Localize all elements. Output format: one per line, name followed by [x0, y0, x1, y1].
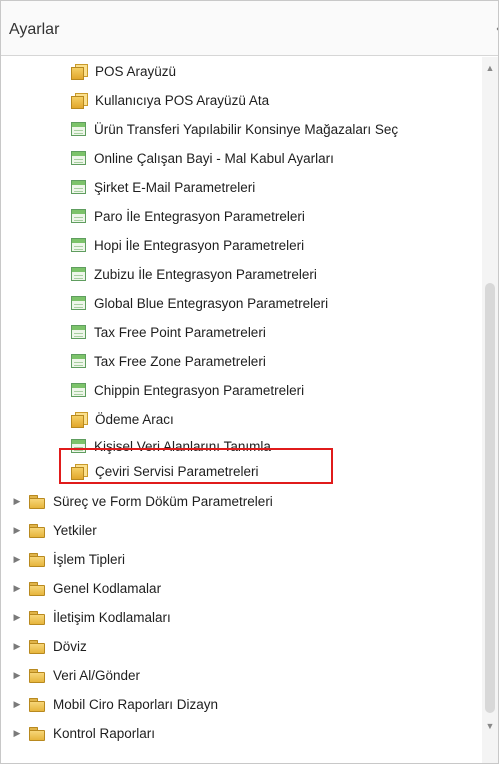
- settings-panel: Ayarlar ‹ POS Arayüzü Kullanıcıya POS Ar…: [0, 0, 499, 764]
- tree-folder-yetkiler[interactable]: ▶ Yetkiler: [11, 516, 97, 544]
- tree-item-tax-free-point[interactable]: Tax Free Point Parametreleri: [71, 318, 266, 346]
- tree-item-label: Tax Free Zone Parametreleri: [94, 353, 266, 369]
- tree-item-label: Tax Free Point Parametreleri: [94, 324, 266, 340]
- folder-icon: [29, 523, 45, 538]
- tree-item-label: Şirket E-Mail Parametreleri: [94, 179, 256, 195]
- folder-icon: [29, 726, 45, 741]
- tree-folder-label: Yetkiler: [53, 522, 97, 538]
- tree-item-chippin-entegrasyon[interactable]: Chippin Entegrasyon Parametreleri: [71, 376, 304, 404]
- folder-icon: [29, 610, 45, 625]
- tree-folder-mobil-ciro[interactable]: ▶ Mobil Ciro Raporları Dizayn: [11, 690, 218, 718]
- tree-folder-label: Süreç ve Form Döküm Parametreleri: [53, 493, 273, 509]
- tree-item-paro-entegrasyon[interactable]: Paro İle Entegrasyon Parametreleri: [71, 202, 305, 230]
- tree-item-label: Kullanıcıya POS Arayüzü Ata: [95, 92, 270, 108]
- form-icon: [71, 296, 86, 310]
- expand-arrow-icon[interactable]: ▶: [11, 525, 23, 536]
- form-icon: [71, 151, 86, 165]
- tree-item-online-calisan-bayi[interactable]: Online Çalışan Bayi - Mal Kabul Ayarları: [71, 144, 334, 172]
- tree-item-label: Ürün Transferi Yapılabilir Konsinye Mağa…: [94, 121, 399, 137]
- tree-item-label: Zubizu İle Entegrasyon Parametreleri: [94, 266, 317, 282]
- tree-item-kisisel-veri[interactable]: Kişisel Veri Alanlarını Tanımla: [71, 432, 271, 460]
- tree-folder-veri-al-gonder[interactable]: ▶ Veri Al/Gönder: [11, 661, 140, 689]
- tree-item-global-blue[interactable]: Global Blue Entegrasyon Parametreleri: [71, 289, 328, 317]
- form-icon: [71, 122, 86, 136]
- form-icon: [71, 267, 86, 281]
- form-icon: [71, 238, 86, 252]
- panel-header: Ayarlar ‹: [1, 1, 498, 56]
- book-icon: [71, 92, 88, 109]
- expand-arrow-icon[interactable]: ▶: [11, 583, 23, 594]
- expand-arrow-icon[interactable]: ▶: [11, 699, 23, 710]
- tree-folder-label: Kontrol Raporları: [53, 725, 156, 741]
- expand-arrow-icon[interactable]: ▶: [11, 641, 23, 652]
- form-icon: [71, 354, 86, 368]
- tree-item-kullaniciya-pos-arayuzu-ata[interactable]: Kullanıcıya POS Arayüzü Ata: [71, 86, 269, 114]
- tree-item-label: POS Arayüzü: [95, 63, 177, 79]
- folder-icon: [29, 639, 45, 654]
- form-icon: [71, 180, 86, 194]
- tree-item-sirket-email[interactable]: Şirket E-Mail Parametreleri: [71, 173, 255, 201]
- form-icon: [71, 325, 86, 339]
- tree-item-label: Global Blue Entegrasyon Parametreleri: [94, 295, 329, 311]
- book-icon: [71, 463, 88, 480]
- tree-folder-label: Veri Al/Gönder: [53, 667, 141, 683]
- tree-folder-label: İletişim Kodlamaları: [53, 609, 171, 625]
- tree-item-label: Chippin Entegrasyon Parametreleri: [94, 382, 305, 398]
- tree-item-label: Çeviri Servisi Parametreleri: [95, 463, 259, 479]
- tree-folder-label: İşlem Tipleri: [53, 551, 126, 567]
- scroll-down-icon[interactable]: ▼: [482, 721, 498, 735]
- settings-tree: POS Arayüzü Kullanıcıya POS Arayüzü Ata …: [1, 57, 481, 763]
- tree-item-label: Online Çalışan Bayi - Mal Kabul Ayarları: [94, 150, 334, 166]
- expand-arrow-icon[interactable]: ▶: [11, 670, 23, 681]
- folder-icon: [29, 552, 45, 567]
- book-icon: [71, 63, 88, 80]
- panel-title: Ayarlar: [9, 21, 60, 38]
- tree-folder-iletisim-kodlamalari[interactable]: ▶ İletişim Kodlamaları: [11, 603, 171, 631]
- scrollbar-thumb[interactable]: [485, 283, 495, 713]
- tree-item-label: Hopi İle Entegrasyon Parametreleri: [94, 237, 305, 253]
- form-icon: [71, 209, 86, 223]
- book-icon: [71, 411, 88, 428]
- expand-arrow-icon[interactable]: ▶: [11, 612, 23, 623]
- vertical-scrollbar[interactable]: ▲ ▼: [482, 57, 498, 763]
- tree-folder-genel-kodlamalar[interactable]: ▶ Genel Kodlamalar: [11, 574, 161, 602]
- tree-folder-surec-form-dokum[interactable]: ▶ Süreç ve Form Döküm Parametreleri: [11, 487, 273, 515]
- tree-item-ceviri-servisi[interactable]: Çeviri Servisi Parametreleri: [71, 457, 259, 485]
- tree-folder-label: Mobil Ciro Raporları Dizayn: [53, 696, 219, 712]
- tree-item-pos-arayuzu[interactable]: POS Arayüzü: [71, 57, 176, 85]
- tree-item-urun-transferi[interactable]: Ürün Transferi Yapılabilir Konsinye Mağa…: [71, 115, 398, 143]
- form-icon: [71, 383, 86, 397]
- tree-folder-label: Döviz: [53, 638, 87, 654]
- tree-item-label: Kişisel Veri Alanlarını Tanımla: [94, 438, 271, 454]
- tree-item-zubizu-entegrasyon[interactable]: Zubizu İle Entegrasyon Parametreleri: [71, 260, 317, 288]
- tree-folder-islem-tipleri[interactable]: ▶ İşlem Tipleri: [11, 545, 125, 573]
- expand-arrow-icon[interactable]: ▶: [11, 728, 23, 739]
- form-icon: [71, 439, 86, 453]
- folder-icon: [29, 697, 45, 712]
- tree-item-tax-free-zone[interactable]: Tax Free Zone Parametreleri: [71, 347, 266, 375]
- tree-folder-label: Genel Kodlamalar: [53, 580, 162, 596]
- folder-icon: [29, 581, 45, 596]
- tree-item-label: Ödeme Aracı: [95, 411, 174, 427]
- tree-item-label: Paro İle Entegrasyon Parametreleri: [94, 208, 305, 224]
- tree-folder-doviz[interactable]: ▶ Döviz: [11, 632, 87, 660]
- expand-arrow-icon[interactable]: ▶: [11, 554, 23, 565]
- tree-item-hopi-entegrasyon[interactable]: Hopi İle Entegrasyon Parametreleri: [71, 231, 304, 259]
- tree-item-odeme-araci[interactable]: Ödeme Aracı: [71, 405, 174, 433]
- folder-icon: [29, 494, 45, 509]
- tree-folder-kontrol-raporlari[interactable]: ▶ Kontrol Raporları: [11, 719, 155, 747]
- scroll-up-icon[interactable]: ▲: [482, 63, 498, 77]
- expand-arrow-icon[interactable]: ▶: [11, 496, 23, 507]
- folder-icon: [29, 668, 45, 683]
